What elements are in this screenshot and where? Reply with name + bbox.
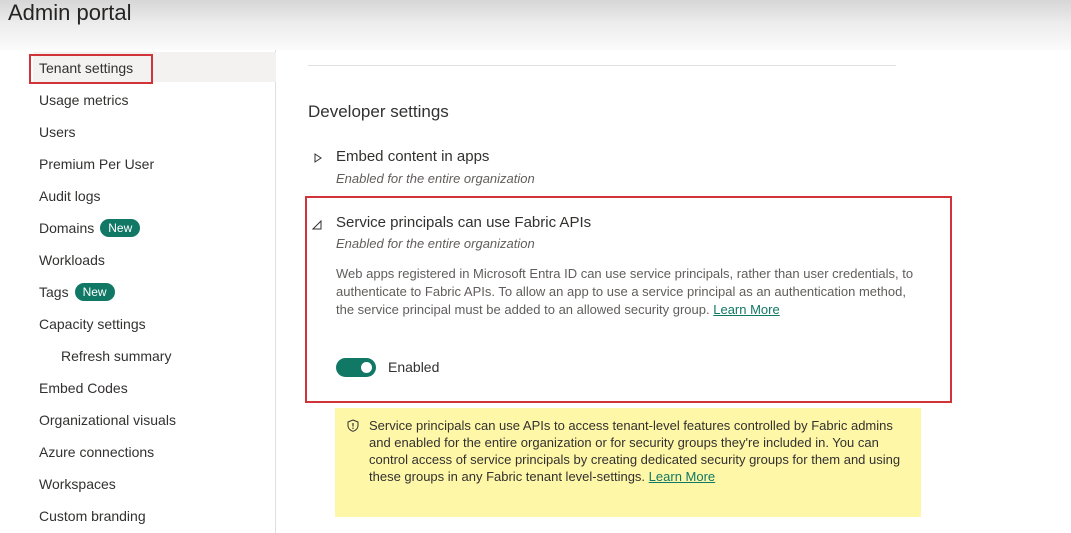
setting-subtitle: Enabled for the entire organization bbox=[336, 171, 535, 186]
new-badge: New bbox=[100, 219, 141, 238]
sidebar-item-label: Domains bbox=[39, 220, 95, 236]
sidebar-item-label: Organizational visuals bbox=[39, 412, 176, 428]
sidebar-item-label: Usage metrics bbox=[39, 92, 129, 108]
toggle-knob bbox=[361, 362, 372, 373]
main-content: Developer settings Embed content in apps… bbox=[277, 50, 1071, 533]
setting-title-service-principals[interactable]: Service principals can use Fabric APIs bbox=[336, 214, 591, 231]
sidebar-item-tags[interactable]: Tags New bbox=[33, 276, 115, 308]
sidebar-item-label: Tenant settings bbox=[39, 60, 134, 76]
section-divider bbox=[308, 65, 896, 66]
collapse-arrow-icon[interactable] bbox=[311, 219, 322, 233]
expand-arrow-icon[interactable] bbox=[314, 153, 322, 166]
new-badge: New bbox=[74, 283, 115, 302]
sidebar-item-custom-branding[interactable]: Custom branding bbox=[33, 500, 146, 532]
sidebar-item-premium-per-user[interactable]: Premium Per User bbox=[33, 148, 154, 180]
sidebar-item-label: Refresh summary bbox=[61, 348, 172, 364]
setting-description: Web apps registered in Microsoft Entra I… bbox=[336, 265, 926, 319]
sidebar-nav: Tenant settings Usage metrics Users Prem… bbox=[0, 50, 276, 533]
enabled-toggle[interactable] bbox=[336, 358, 376, 377]
sidebar-item-workloads[interactable]: Workloads bbox=[33, 244, 105, 276]
setting-title-embed-content[interactable]: Embed content in apps bbox=[336, 148, 489, 165]
page-title: Admin portal bbox=[8, 0, 132, 25]
sidebar-item-refresh-summary[interactable]: Refresh summary bbox=[61, 340, 171, 372]
sidebar-item-label: Capacity settings bbox=[39, 316, 146, 332]
description-text: Web apps registered in Microsoft Entra I… bbox=[336, 266, 914, 317]
info-notice: Service principals can use APIs to acces… bbox=[335, 408, 921, 517]
sidebar-item-embed-codes[interactable]: Embed Codes bbox=[33, 372, 128, 404]
notice-text: Service principals can use APIs to acces… bbox=[369, 418, 901, 484]
sidebar-item-label: Embed Codes bbox=[39, 380, 128, 396]
sidebar-item-label: Audit logs bbox=[39, 188, 101, 204]
section-title: Developer settings bbox=[308, 102, 449, 121]
sidebar-item-azure-connections[interactable]: Azure connections bbox=[33, 436, 154, 468]
sidebar-item-organizational-visuals[interactable]: Organizational visuals bbox=[33, 404, 176, 436]
sidebar-item-label: Tags bbox=[39, 284, 69, 300]
toggle-label: Enabled bbox=[388, 359, 440, 375]
sidebar-item-domains[interactable]: Domains New bbox=[33, 212, 141, 244]
sidebar-item-usage-metrics[interactable]: Usage metrics bbox=[33, 84, 128, 116]
sidebar-item-capacity-settings[interactable]: Capacity settings bbox=[33, 308, 146, 340]
sidebar-item-audit-logs[interactable]: Audit logs bbox=[33, 180, 100, 212]
learn-more-link[interactable]: Learn More bbox=[713, 302, 779, 317]
sidebar-item-label: Custom branding bbox=[39, 508, 146, 524]
sidebar-item-label: Azure connections bbox=[39, 444, 155, 460]
sidebar-item-label: Workloads bbox=[39, 252, 105, 268]
sidebar-item-label: Users bbox=[39, 124, 76, 140]
app-header: Admin portal bbox=[0, 0, 1071, 50]
sidebar-item-tenant-settings[interactable]: Tenant settings bbox=[33, 52, 133, 84]
learn-more-link[interactable]: Learn More bbox=[649, 469, 715, 484]
setting-subtitle: Enabled for the entire organization bbox=[336, 236, 535, 251]
sidebar-item-label: Workspaces bbox=[39, 476, 116, 492]
sidebar-item-label: Premium Per User bbox=[39, 156, 155, 172]
sidebar-item-users[interactable]: Users bbox=[33, 116, 76, 148]
sidebar-item-workspaces[interactable]: Workspaces bbox=[33, 468, 116, 500]
shield-icon bbox=[347, 419, 359, 436]
